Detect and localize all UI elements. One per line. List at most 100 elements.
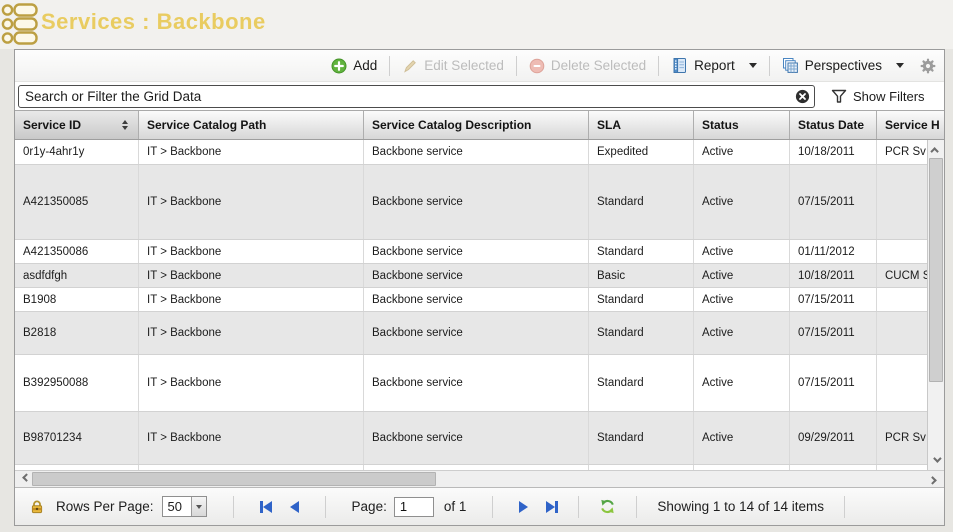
refresh-button[interactable] (599, 498, 616, 515)
services-list-icon (1, 3, 39, 46)
scroll-down-arrow-icon[interactable] (928, 452, 944, 468)
column-header-label: SLA (597, 118, 621, 132)
column-header-service-h[interactable]: Service H (877, 111, 944, 139)
add-button[interactable]: Add (325, 58, 383, 74)
cell-description: Backbone service (364, 165, 589, 239)
column-header-label: Status Date (798, 118, 864, 132)
cell-status: Active (694, 412, 790, 464)
cell-path: IT > Backbone (139, 140, 364, 164)
page-number-input[interactable] (394, 497, 434, 517)
last-page-button[interactable] (546, 501, 558, 513)
first-page-button[interactable] (260, 501, 272, 513)
scroll-left-arrow-icon[interactable] (17, 471, 33, 487)
search-input[interactable] (18, 85, 815, 108)
services-grid-panel: Add Edit Selected Delete Selected (14, 49, 945, 526)
toolbar-separator (658, 56, 659, 76)
column-header-sla[interactable]: SLA (589, 111, 694, 139)
perspectives-button[interactable]: Perspectives (776, 57, 910, 74)
cell-service-h (877, 312, 927, 354)
rows-per-page-select[interactable]: 50 (162, 496, 207, 517)
triangle-left-icon (290, 501, 299, 513)
horizontal-scrollbar-thumb[interactable] (32, 472, 436, 486)
cell-description: Backbone service (364, 412, 589, 464)
pencil-icon (402, 58, 418, 74)
cell-status-date: 01/11/2012 (790, 240, 877, 263)
vertical-scrollbar-thumb[interactable] (929, 158, 943, 382)
column-header-service-catalog-path[interactable]: Service Catalog Path (139, 111, 364, 139)
cell-status-date: 09/29/2011 (790, 412, 877, 464)
padlock-icon (29, 499, 45, 515)
scroll-up-arrow-icon[interactable] (928, 142, 944, 158)
pagination-separator (578, 496, 579, 518)
edit-selected-label: Edit Selected (424, 58, 504, 73)
circular-arrows-icon (599, 498, 616, 515)
cell-status: Active (694, 165, 790, 239)
cell-status: Active (694, 240, 790, 263)
gear-icon (920, 58, 936, 74)
cell-service-h (877, 165, 927, 239)
show-filters-button[interactable]: Show Filters (831, 89, 925, 104)
rows-per-page-label: Rows Per Page: (56, 499, 154, 514)
table-row[interactable]: B2818 IT > Backbone Backbone service Sta… (15, 312, 927, 355)
triangle-right-icon (519, 501, 528, 513)
cell-service-id: 0r1y-4ahr1y (15, 140, 139, 164)
showing-items-status: Showing 1 to 14 of 14 items (657, 499, 824, 514)
funnel-icon (831, 89, 847, 104)
add-button-label: Add (353, 58, 377, 73)
cell-sla: Standard (589, 165, 694, 239)
cell-status: Active (694, 288, 790, 311)
report-button[interactable]: Report (665, 57, 763, 74)
table-row[interactable]: 0r1y-4ahr1y IT > Backbone Backbone servi… (15, 140, 927, 165)
column-header-status[interactable]: Status (694, 111, 790, 139)
next-page-button[interactable] (519, 501, 528, 513)
settings-button[interactable] (920, 58, 936, 74)
column-header-label: Status (702, 118, 739, 132)
cell-sla: Expedited (589, 140, 694, 164)
select-dropdown-button[interactable] (191, 497, 206, 516)
column-header-label: Service Catalog Description (372, 118, 531, 132)
previous-page-button[interactable] (290, 501, 299, 513)
table-row[interactable]: A421350086 IT > Backbone Backbone servic… (15, 240, 927, 264)
table-row[interactable]: B1908 IT > Backbone Backbone service Sta… (15, 288, 927, 312)
column-header-label: Service ID (23, 118, 81, 132)
table-row[interactable]: B98701234 IT > Backbone Backbone service… (15, 412, 927, 465)
triangle-left-icon (263, 501, 272, 513)
cell-description: Backbone service (364, 312, 589, 354)
pagination-separator (636, 496, 637, 518)
table-row[interactable]: B392950088 IT > Backbone Backbone servic… (15, 355, 927, 412)
cell-path: IT > Backbone (139, 264, 364, 287)
cell-description: Backbone service (364, 355, 589, 411)
grid-rows: 0r1y-4ahr1y IT > Backbone Backbone servi… (15, 140, 927, 470)
vertical-scrollbar[interactable] (927, 140, 944, 470)
pagination-bar: Rows Per Page: 50 Page: of 1 Showing 1 t… (15, 487, 944, 525)
edit-selected-button[interactable]: Edit Selected (396, 58, 510, 74)
cell-service-h: PCR Sv (877, 140, 927, 164)
triangle-right-icon (546, 501, 555, 513)
cell-service-id: B2818 (15, 312, 139, 354)
cell-service-h (877, 355, 927, 411)
grid-toolbar: Add Edit Selected Delete Selected (15, 50, 944, 82)
table-row[interactable]: A421350085 IT > Backbone Backbone servic… (15, 165, 927, 240)
report-dropdown-caret-icon (749, 63, 757, 68)
sort-arrows-icon (122, 120, 128, 130)
scroll-right-arrow-icon[interactable] (926, 471, 942, 487)
cell-status-date: 07/15/2011 (790, 165, 877, 239)
column-header-service-catalog-description[interactable]: Service Catalog Description (364, 111, 589, 139)
cell-path: IT > Backbone (139, 412, 364, 464)
table-row[interactable]: asdfdfgh IT > Backbone Backbone service … (15, 264, 927, 288)
stacked-windows-icon (782, 57, 799, 74)
column-header-label: Service H (885, 118, 940, 132)
delete-selected-button[interactable]: Delete Selected (523, 58, 652, 74)
column-header-service-id[interactable]: Service ID (15, 111, 139, 139)
cell-path: IT > Backbone (139, 312, 364, 354)
cell-path: IT > Backbone (139, 288, 364, 311)
cell-status-date: 10/18/2011 (790, 264, 877, 287)
perspectives-button-label: Perspectives (805, 58, 882, 73)
pagination-separator (492, 496, 493, 518)
clear-search-button[interactable] (795, 89, 810, 104)
column-header-status-date[interactable]: Status Date (790, 111, 877, 139)
cell-description: Backbone service (364, 140, 589, 164)
cell-path: IT > Backbone (139, 240, 364, 263)
horizontal-scrollbar[interactable] (15, 470, 944, 487)
show-filters-label: Show Filters (853, 89, 925, 104)
